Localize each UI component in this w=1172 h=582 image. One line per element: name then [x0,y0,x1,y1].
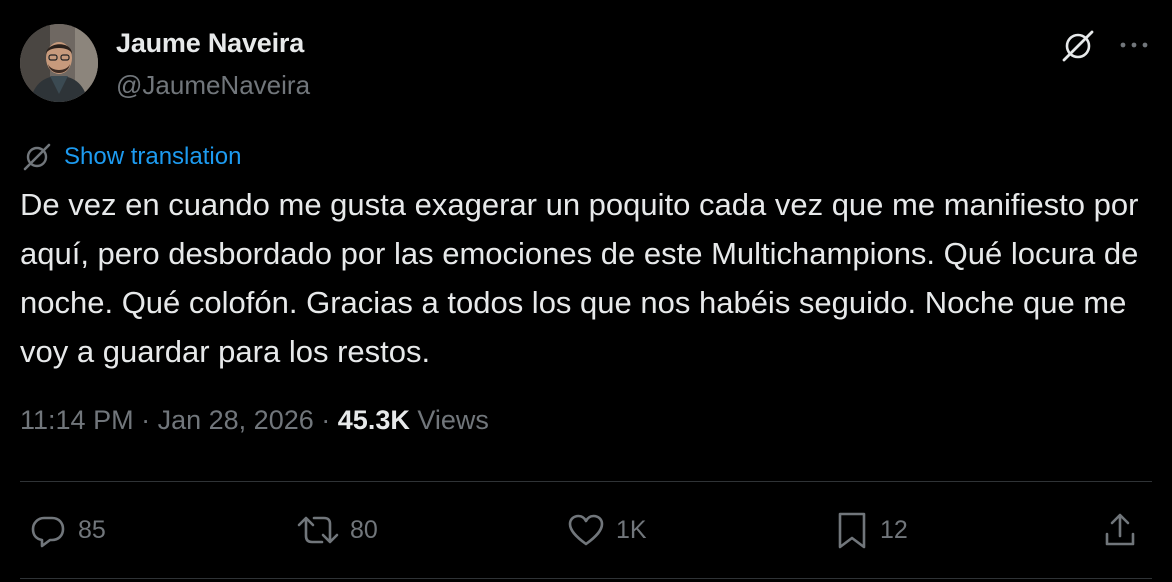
reply-icon [31,516,65,548]
avatar[interactable] [20,24,98,102]
heart-icon [568,514,604,546]
reply-button[interactable]: 85 [28,508,106,552]
views-label: Views [417,405,489,435]
like-button[interactable]: 1K [566,508,647,552]
tweet-time[interactable]: 11:14 PM [20,405,134,435]
show-translation-button[interactable]: Show translation [20,140,241,174]
share-icon [1105,513,1135,546]
bookmark-count: 12 [880,515,908,544]
retweet-icon [297,516,339,544]
retweet-button[interactable]: 80 [296,508,378,552]
meta-separator: · [321,405,331,435]
reply-count: 85 [78,515,106,544]
show-translation-label: Show translation [64,143,242,170]
translate-icon [23,143,51,171]
tweet-date[interactable]: Jan 28, 2026 [158,405,314,435]
handle[interactable]: @JaumeNaveira [116,70,310,101]
share-button[interactable] [1100,508,1140,552]
retweet-count: 80 [350,515,378,544]
bookmark-icon [838,512,866,549]
tweet-meta: 11:14 PM · Jan 28, 2026 · 45.3K Views [20,405,489,436]
bottom-divider [20,578,1152,579]
action-bar: 85 80 1K 12 [0,508,1172,552]
tweet-text: De vez en cuando me gusta exagerar un po… [20,187,1139,369]
display-name[interactable]: Jaume Naveira [116,28,304,59]
more-icon[interactable] [1114,30,1154,60]
views-count: 45.3K [337,405,410,435]
bookmark-button[interactable]: 12 [834,508,908,552]
meta-separator: · [141,405,151,435]
grok-icon[interactable] [1058,26,1098,66]
divider [20,481,1152,482]
like-count: 1K [616,515,647,544]
